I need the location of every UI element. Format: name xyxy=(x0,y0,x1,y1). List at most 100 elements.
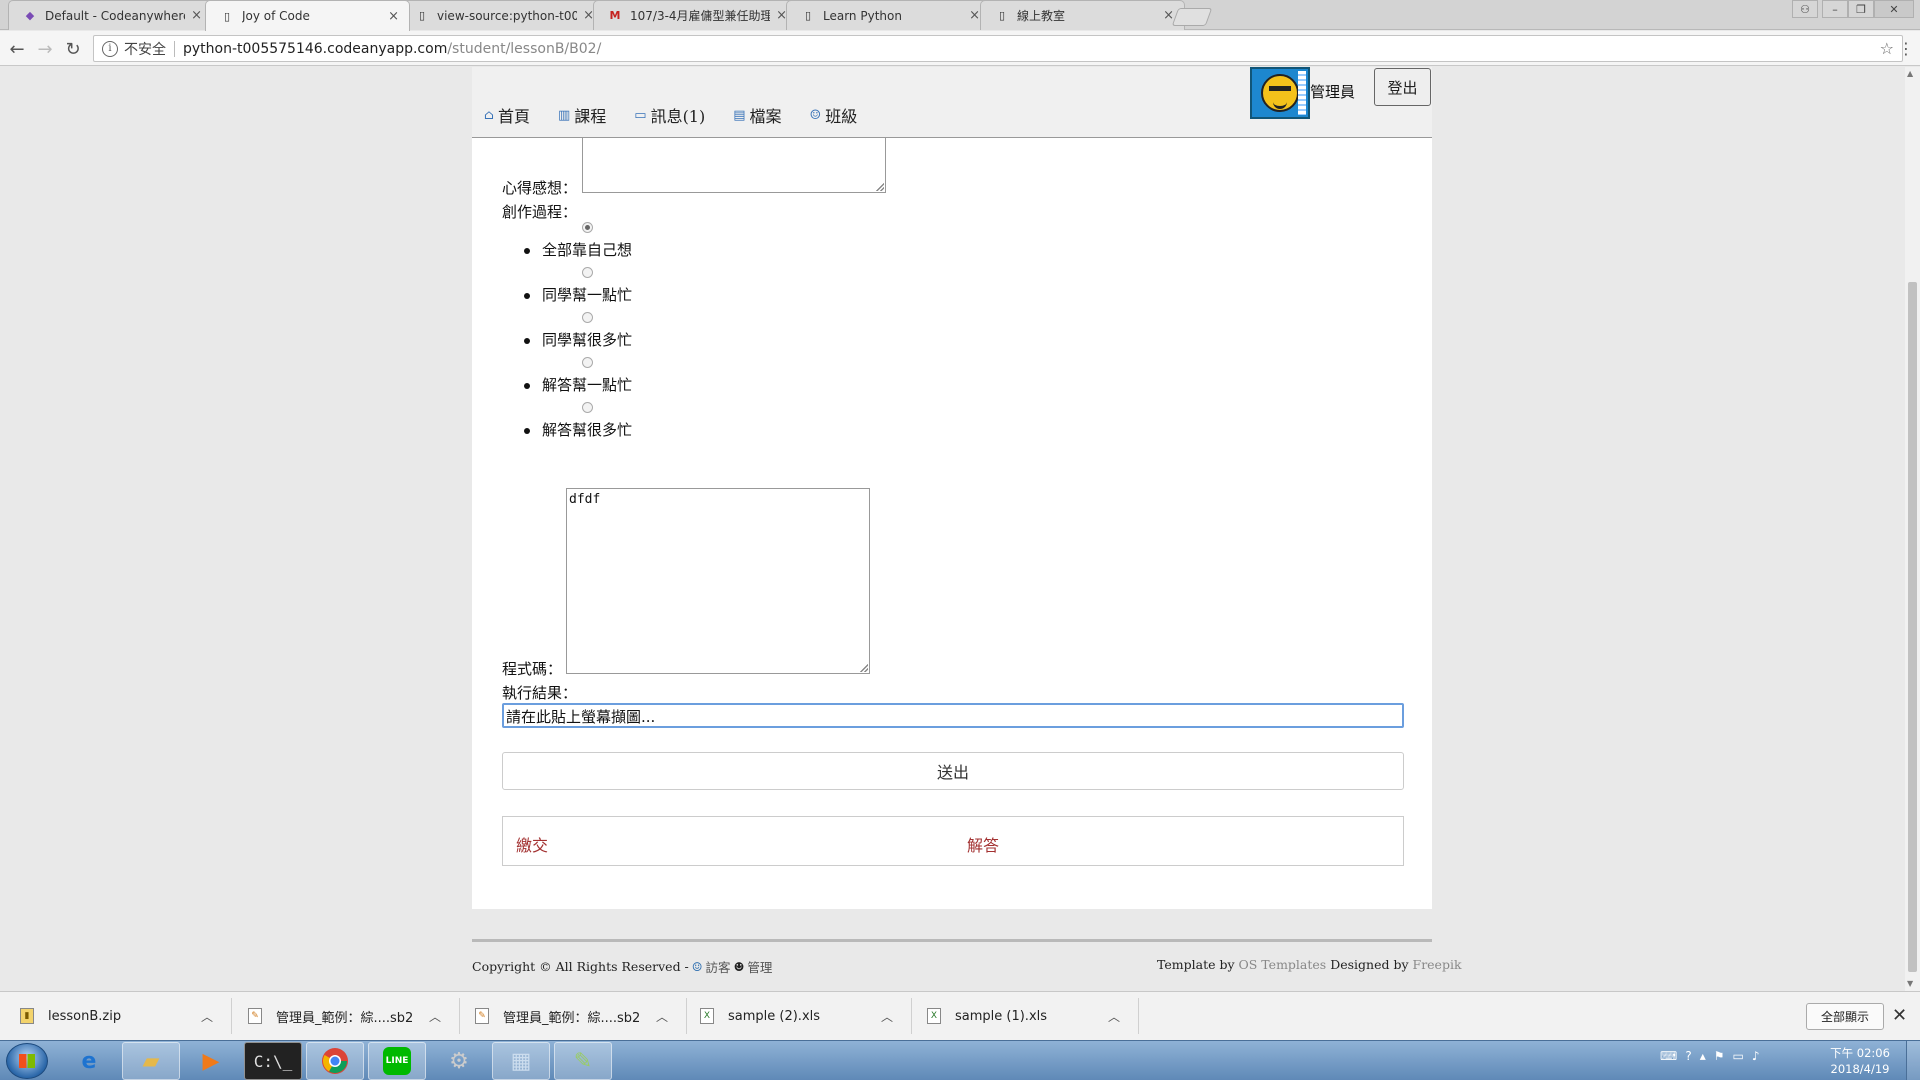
nav-item-class[interactable]: ☺ 班級 xyxy=(810,103,858,127)
radio-option-5[interactable] xyxy=(582,402,593,413)
cube-icon: ◆ xyxy=(25,9,35,22)
excel-icon: X xyxy=(927,1008,941,1024)
tab-gmail[interactable]: M 107/3-4月雇傭型兼任助理 × xyxy=(593,0,798,30)
download-item[interactable]: X sample (2).xls ︿ xyxy=(700,998,912,1034)
tab-title: Learn Python xyxy=(823,8,902,23)
tab-codeanywhere[interactable]: ◆ Default - Codeanywhere × xyxy=(8,0,213,30)
tab-online-classroom[interactable]: ▯ 線上教室 × xyxy=(980,0,1185,30)
resize-grip-icon[interactable] xyxy=(876,183,884,191)
page-scrollbar[interactable]: ▲ ▼ xyxy=(1905,67,1920,991)
scrollbar-thumb[interactable] xyxy=(1908,282,1917,972)
volume-icon[interactable]: ♪ xyxy=(1752,1049,1760,1063)
admin-link[interactable]: 管理 xyxy=(747,957,772,976)
logout-button[interactable]: 登出 xyxy=(1374,68,1431,106)
download-item[interactable]: ✎ 管理員_範例：綜....sb2 ︿ xyxy=(475,998,687,1034)
tab-learn-python[interactable]: ▯ Learn Python × xyxy=(786,0,991,30)
page-viewport: ⌂ 首頁 ▥ 課程 ▭ 訊息(1) ▤ 檔案 ☺ 班級 管理員 登出 心得感想：… xyxy=(0,67,1905,991)
reflection-textarea[interactable] xyxy=(582,138,886,193)
radio-option-1[interactable] xyxy=(582,222,593,233)
info-icon[interactable]: i xyxy=(102,40,118,57)
chevron-up-icon[interactable]: ︿ xyxy=(1108,1008,1120,1025)
tab-joy-of-code[interactable]: ▯ Joy of Code × xyxy=(205,0,410,31)
tab-view-source[interactable]: ▯ view-source:python-t005575146 × xyxy=(400,0,605,30)
reload-icon[interactable]: ↻ xyxy=(60,36,86,62)
result-input[interactable]: 請在此貼上螢幕擷圖... xyxy=(502,703,1404,728)
address-bar[interactable]: i 不安全 python-t005575146.codeanyapp.com/s… xyxy=(93,35,1903,62)
settings-icon[interactable]: ⚙ xyxy=(430,1042,488,1080)
explorer-icon[interactable]: ▰ xyxy=(122,1042,180,1080)
bookmark-star-icon[interactable]: ☆ xyxy=(1880,39,1894,58)
submit-button[interactable]: 送出 xyxy=(502,752,1404,790)
close-icon[interactable]: × xyxy=(969,8,980,23)
close-icon[interactable]: × xyxy=(388,9,399,24)
file-icon: ✎ xyxy=(475,1008,489,1024)
notepad-icon[interactable]: ✎ xyxy=(554,1042,612,1080)
download-item[interactable]: X sample (1).xls ︿ xyxy=(927,998,1139,1034)
close-icon[interactable]: ✕ xyxy=(1892,1005,1907,1026)
tab-title: Joy of Code xyxy=(242,9,310,23)
bee-face-icon xyxy=(1261,74,1299,112)
download-item[interactable]: ▮ lessonB.zip ︿ xyxy=(20,998,232,1034)
resize-grip-icon[interactable] xyxy=(860,664,868,672)
code-textarea[interactable]: dfdf xyxy=(566,488,870,674)
restore-icon[interactable]: ❐ xyxy=(1848,0,1874,18)
template-by-text: Template by xyxy=(1157,957,1235,972)
security-label: 不安全 xyxy=(124,41,166,58)
freepik-link[interactable]: Freepik xyxy=(1413,957,1462,972)
bullet xyxy=(524,428,530,434)
scroll-down-icon[interactable]: ▼ xyxy=(1907,979,1913,988)
designed-by-text: Designed by xyxy=(1330,957,1409,972)
forward-icon[interactable]: → xyxy=(32,36,58,62)
nav-item-home[interactable]: ⌂ 首頁 xyxy=(484,103,530,127)
chevron-up-icon[interactable]: ︿ xyxy=(881,1008,893,1025)
terminal-icon[interactable]: C:\_ xyxy=(244,1042,302,1080)
show-all-downloads-button[interactable]: 全部顯示 xyxy=(1806,1003,1884,1030)
ie-icon[interactable]: e xyxy=(60,1042,118,1080)
chevron-up-icon[interactable]: ︿ xyxy=(656,1008,668,1025)
action-links-panel: 繳交 解答 xyxy=(502,816,1404,866)
avatar[interactable] xyxy=(1250,67,1310,119)
new-tab-button[interactable] xyxy=(1171,8,1213,26)
display-icon[interactable]: ▭ xyxy=(1733,1049,1744,1063)
nav-item-files[interactable]: ▤ 檔案 xyxy=(733,103,781,127)
radio-option-2[interactable] xyxy=(582,267,593,278)
back-icon[interactable]: ← xyxy=(4,36,30,62)
radio-option-3[interactable] xyxy=(582,312,593,323)
chevron-up-icon[interactable]: ︿ xyxy=(429,1008,441,1025)
chrome-icon[interactable] xyxy=(306,1042,364,1080)
media-player-icon[interactable]: ▶ xyxy=(182,1042,240,1080)
nav-label: 訊息(1) xyxy=(650,107,706,126)
network-icon[interactable]: ▦ xyxy=(492,1042,550,1080)
submit-homework-link[interactable]: 繳交 xyxy=(516,832,548,856)
line-icon[interactable]: LINE xyxy=(368,1042,426,1080)
answer-link[interactable]: 解答 xyxy=(967,832,999,856)
help-icon[interactable]: ? xyxy=(1685,1049,1691,1063)
os-templates-link[interactable]: OS Templates xyxy=(1239,957,1327,972)
visitor-link[interactable]: 訪客 xyxy=(706,957,731,976)
show-desktop-button[interactable] xyxy=(1906,1041,1920,1080)
user-name: 管理員 xyxy=(1310,83,1356,101)
menu-icon[interactable]: ⋮ xyxy=(1898,39,1914,58)
scroll-up-icon[interactable]: ▲ xyxy=(1907,69,1913,78)
flag-icon[interactable]: ⚑ xyxy=(1714,1049,1725,1063)
system-clock[interactable]: 下午 02:06 2018/4/19 xyxy=(1830,1045,1890,1077)
option-label: 同學幫很多忙 xyxy=(542,331,633,349)
chat-icon: ▭ xyxy=(634,107,647,123)
minimize-icon[interactable]: – xyxy=(1822,0,1848,18)
chevron-up-icon[interactable]: ︿ xyxy=(201,1008,213,1025)
keyboard-icon[interactable]: ⌨ xyxy=(1660,1049,1677,1063)
chevron-up-icon[interactable]: ▴ xyxy=(1700,1049,1706,1063)
page-icon: ▯ xyxy=(418,9,426,22)
copyright-text: Copyright © All Rights Reserved - xyxy=(472,959,689,974)
nav-item-courses[interactable]: ▥ 課程 xyxy=(558,103,606,127)
close-icon[interactable]: × xyxy=(191,8,202,23)
download-item[interactable]: ✎ 管理員_範例：綜....sb2 ︿ xyxy=(248,998,460,1034)
window-close-icon[interactable]: ✕ xyxy=(1874,0,1914,18)
nav-label: 首頁 xyxy=(497,107,530,126)
reflection-label: 心得感想： xyxy=(502,179,578,197)
profile-icon[interactable]: ⚇ xyxy=(1792,0,1818,18)
radio-option-4[interactable] xyxy=(582,357,593,368)
file-icon: ✎ xyxy=(248,1008,262,1024)
nav-item-messages[interactable]: ▭ 訊息(1) xyxy=(634,103,705,127)
start-button[interactable] xyxy=(6,1043,48,1079)
